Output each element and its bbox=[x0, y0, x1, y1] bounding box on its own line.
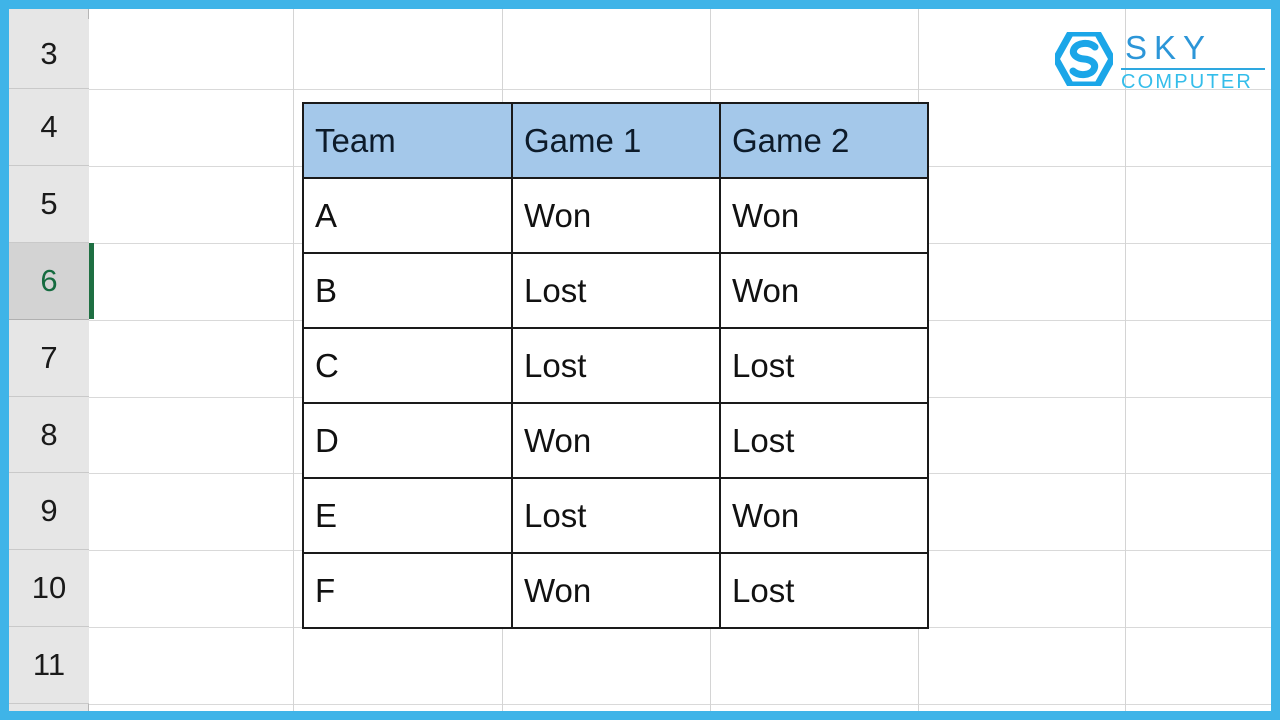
row-header-label: 7 bbox=[40, 340, 58, 375]
column-header-game-1[interactable]: Game 1 bbox=[511, 102, 721, 179]
row-header-label: 9 bbox=[40, 493, 58, 528]
results-table: Team Game 1 Game 2 A Won Won B Lost Won C Lost L… bbox=[302, 102, 929, 629]
row-header-label: 4 bbox=[40, 109, 58, 144]
cell-game-1[interactable]: Won bbox=[511, 402, 721, 479]
brand-logo-text: SKY COMPUTER bbox=[1121, 29, 1267, 93]
table-row: E Lost Won bbox=[302, 477, 929, 554]
column-header-game-2[interactable]: Game 2 bbox=[719, 102, 929, 179]
gridline-vertical bbox=[1125, 9, 1126, 711]
cell-game-2[interactable]: Won bbox=[719, 477, 929, 554]
cell-team[interactable]: E bbox=[302, 477, 513, 554]
cell-game-1[interactable]: Lost bbox=[511, 252, 721, 329]
cell-game-1[interactable]: Lost bbox=[511, 327, 721, 404]
row-header-11[interactable]: 11 bbox=[9, 627, 89, 704]
cell-game-2[interactable]: Lost bbox=[719, 552, 929, 629]
gridline-vertical bbox=[293, 9, 294, 711]
column-header-team[interactable]: Team bbox=[302, 102, 513, 179]
row-header-label: 11 bbox=[32, 647, 66, 682]
row-header-10[interactable]: 10 bbox=[9, 550, 89, 627]
cell-game-2[interactable]: Won bbox=[719, 252, 929, 329]
cell-team[interactable]: F bbox=[302, 552, 513, 629]
cell-team[interactable]: B bbox=[302, 252, 513, 329]
row-header-label: 5 bbox=[40, 186, 58, 221]
table-row: A Won Won bbox=[302, 177, 929, 254]
brand-name-secondary: COMPUTER bbox=[1121, 71, 1254, 93]
cell-team[interactable]: C bbox=[302, 327, 513, 404]
gridline-horizontal bbox=[9, 704, 1271, 705]
row-header-label: 8 bbox=[40, 416, 58, 452]
row-header-label: 3 bbox=[40, 35, 58, 71]
cell-game-2[interactable]: Lost bbox=[719, 327, 929, 404]
row-header-7[interactable]: 7 bbox=[9, 320, 89, 397]
row-header-8[interactable]: 8 bbox=[9, 397, 89, 473]
cell-game-2[interactable]: Lost bbox=[719, 402, 929, 479]
brand-logo: SKY COMPUTER bbox=[1055, 29, 1267, 93]
cell-team[interactable]: A bbox=[302, 177, 513, 254]
results-table-head: Team Game 1 Game 2 bbox=[302, 102, 929, 179]
spreadsheet-canvas[interactable]: 3 4 5 6 7 8 9 10 11 Team Game 1 Game 2 A Won Won B L… bbox=[9, 9, 1271, 711]
row-header-label: 6 bbox=[40, 263, 58, 298]
row-header-4[interactable]: 4 bbox=[9, 89, 89, 166]
cell-game-1[interactable]: Won bbox=[511, 177, 721, 254]
brand-name-primary: SKY bbox=[1125, 29, 1213, 66]
cell-game-1[interactable]: Lost bbox=[511, 477, 721, 554]
cell-team[interactable]: D bbox=[302, 402, 513, 479]
hexagon-s-icon bbox=[1055, 32, 1113, 86]
cell-game-1[interactable]: Won bbox=[511, 552, 721, 629]
window-frame: 3 4 5 6 7 8 9 10 11 Team Game 1 Game 2 A Won Won B L… bbox=[0, 0, 1280, 720]
row-header-9[interactable]: 9 bbox=[9, 473, 89, 550]
table-row: D Won Lost bbox=[302, 402, 929, 479]
results-table-body: A Won Won B Lost Won C Lost Lost D Won Lost E Lost Won… bbox=[302, 177, 929, 629]
table-row: F Won Lost bbox=[302, 552, 929, 629]
row-header-6[interactable]: 6 bbox=[9, 243, 94, 320]
table-row: B Lost Won bbox=[302, 252, 929, 329]
cell-game-2[interactable]: Won bbox=[719, 177, 929, 254]
row-header-5[interactable]: 5 bbox=[9, 166, 89, 243]
table-header-row: Team Game 1 Game 2 bbox=[302, 102, 929, 179]
table-row: C Lost Lost bbox=[302, 327, 929, 404]
row-header-3[interactable]: 3 bbox=[9, 19, 89, 89]
row-header-label: 10 bbox=[31, 570, 67, 605]
